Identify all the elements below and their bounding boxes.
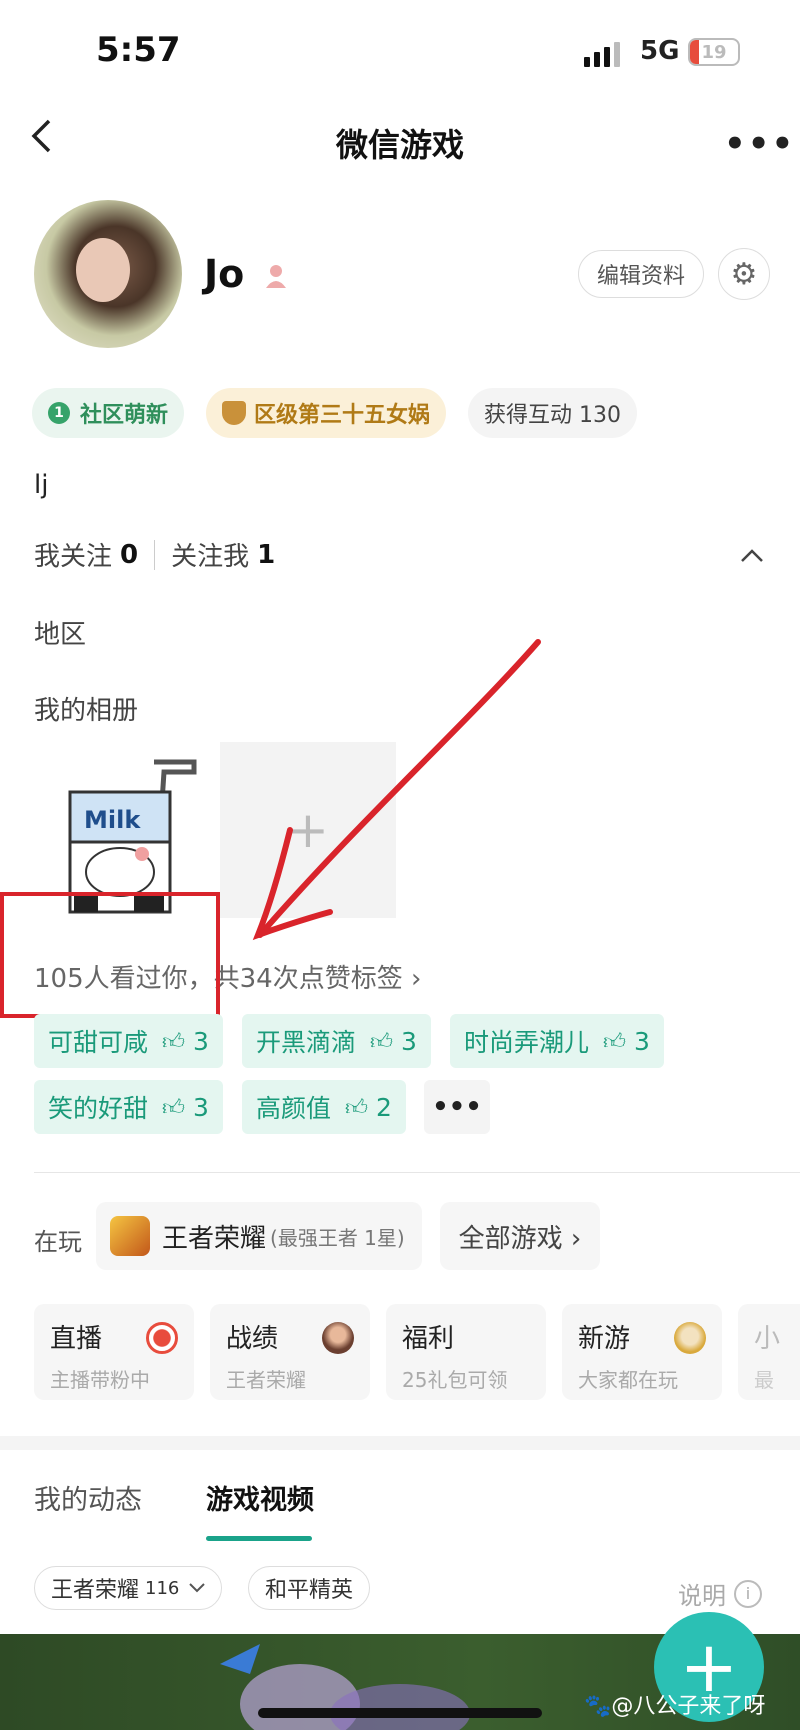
feature-card-new-games[interactable]: 新游 大家都在玩 [562,1304,722,1400]
thumbs-up-icon: 👍︎ [162,1095,186,1121]
hero-avatar-icon [322,1322,354,1354]
feature-card-stats[interactable]: 战绩 王者荣耀 [210,1304,370,1400]
interactions-label: 获得互动 130 [484,403,621,428]
thumbs-up-icon: 👍︎ [345,1095,369,1121]
thumbs-up-icon: 👍︎ [370,1029,394,1055]
rank-tag-label: 区级第三十五女娲 [254,403,431,428]
gender-badge-icon [262,262,290,296]
feature-subtitle: 主播带粉中 [50,1368,150,1392]
game-filter-chip[interactable]: 和平精英 [248,1566,371,1610]
collapse-button[interactable] [740,540,764,570]
current-game-card[interactable]: 王者荣耀 (最强王者 1星) [96,1202,422,1270]
username: Jo [204,252,245,296]
level-badge: 1 [48,402,70,424]
follow-stats: 我关注 0 关注我 1 [34,536,291,573]
like-tag-count: 3 [193,1092,209,1122]
tab-game-videos[interactable]: 游戏视频 [206,1478,314,1517]
community-tag-label: 社区萌新 [80,403,169,428]
like-tag[interactable]: 笑的好甜 👍︎ 3 [34,1080,223,1134]
rank-shield-icon [222,401,246,425]
all-games-button[interactable]: 全部游戏 › [440,1202,600,1270]
feature-title: 直播 [50,1324,103,1354]
like-tag-label: 笑的好甜 [48,1094,149,1123]
chevron-up-icon [741,549,763,562]
page-title: 微信游戏 [335,126,464,164]
filter-game-count: 116 [145,1577,180,1599]
rank-tag[interactable]: 区级第三十五女娲 [206,388,447,438]
explain-label: 说明 [678,1582,726,1610]
info-icon: i [734,1579,762,1608]
like-tag-label: 高颜值 [256,1094,332,1123]
annotation-box [0,892,220,1018]
annotation-arrow [252,639,541,941]
feature-title: 新游 [578,1324,631,1354]
like-tag-count: 3 [193,1026,209,1056]
thumbs-up-icon: 👍︎ [162,1029,186,1055]
playing-label: 在玩 [34,1228,82,1256]
thumbs-up-icon: 👍︎ [603,1029,627,1055]
like-tag-count: 3 [634,1026,650,1056]
battery-icon: 19 [688,38,740,66]
feature-subtitle: 最 [754,1368,774,1392]
svg-text:Milk: Milk [84,806,141,834]
album-label: 我的相册 [34,696,139,726]
watermark: 🐾@八公子来了呀 [584,1694,766,1719]
game-filter-dropdown[interactable]: 王者荣耀 116 [34,1566,223,1610]
honor-of-kings-icon [110,1216,150,1256]
like-tag[interactable]: 高颜值 👍︎ 2 [242,1080,406,1134]
followers-count: 1 [257,539,276,570]
section-gap [0,1436,800,1450]
live-record-icon [146,1322,178,1354]
signal-icon [584,42,620,67]
like-tag[interactable]: 时尚弄潮儿 👍︎ 3 [450,1014,664,1068]
feature-subtitle: 王者荣耀 [226,1368,306,1392]
chevron-down-icon [189,1583,206,1593]
more-tags-button[interactable]: ••• [424,1080,490,1134]
bio-text: lj [34,470,49,500]
more-options-button[interactable]: ••• [724,124,795,164]
new-game-avatar-icon [674,1322,706,1354]
filter-game-name: 和平精英 [265,1578,354,1603]
feature-card-live[interactable]: 直播 主播带粉中 [34,1304,194,1400]
like-tag[interactable]: 可甜可咸 👍︎ 3 [34,1014,223,1068]
followers-label[interactable]: 关注我 [171,536,249,573]
home-indicator [258,1708,542,1718]
feature-title: 战绩 [226,1324,279,1354]
avatar-face [76,238,130,302]
feature-subtitle: 大家都在玩 [578,1368,678,1392]
tab-my-posts[interactable]: 我的动态 [34,1478,142,1517]
like-tag[interactable]: 开黑滴滴 👍︎ 3 [242,1014,431,1068]
interactions-tag[interactable]: 获得互动 130 [468,388,637,438]
battery-level: 19 [701,41,727,63]
feature-card-partial[interactable]: 小 最 [738,1304,800,1400]
feature-title: 福利 [402,1324,455,1354]
following-count: 0 [120,539,139,570]
feature-card-benefits[interactable]: 福利 25礼包可领 [386,1304,546,1400]
gear-icon: ⚙ [730,256,758,292]
section-divider [34,1172,800,1173]
status-time: 5:57 [96,30,181,70]
explain-button[interactable]: 说明 i [678,1576,762,1611]
like-tag-label: 开黑滴滴 [256,1028,357,1057]
region-label[interactable]: 地区 [34,614,86,651]
follow-divider [154,539,156,570]
like-tag-label: 时尚弄潮儿 [464,1028,590,1057]
game-name: 王者荣耀 [162,1223,267,1254]
edit-profile-button[interactable]: 编辑资料 [578,250,704,298]
avatar[interactable] [34,200,182,348]
network-type: 5G [640,36,680,66]
game-rank: (最强王者 1星) [270,1225,405,1250]
community-tag[interactable]: 1 社区萌新 [32,388,185,438]
feature-subtitle: 25礼包可领 [402,1368,508,1392]
like-tag-count: 2 [376,1092,392,1122]
feature-title: 小 [754,1324,781,1354]
like-tag-count: 3 [401,1026,417,1056]
active-tab-indicator [206,1536,312,1541]
settings-button[interactable]: ⚙ [718,248,770,300]
following-label[interactable]: 我关注 [34,536,112,573]
like-tag-label: 可甜可咸 [48,1028,149,1057]
filter-game-name: 王者荣耀 [51,1578,140,1603]
